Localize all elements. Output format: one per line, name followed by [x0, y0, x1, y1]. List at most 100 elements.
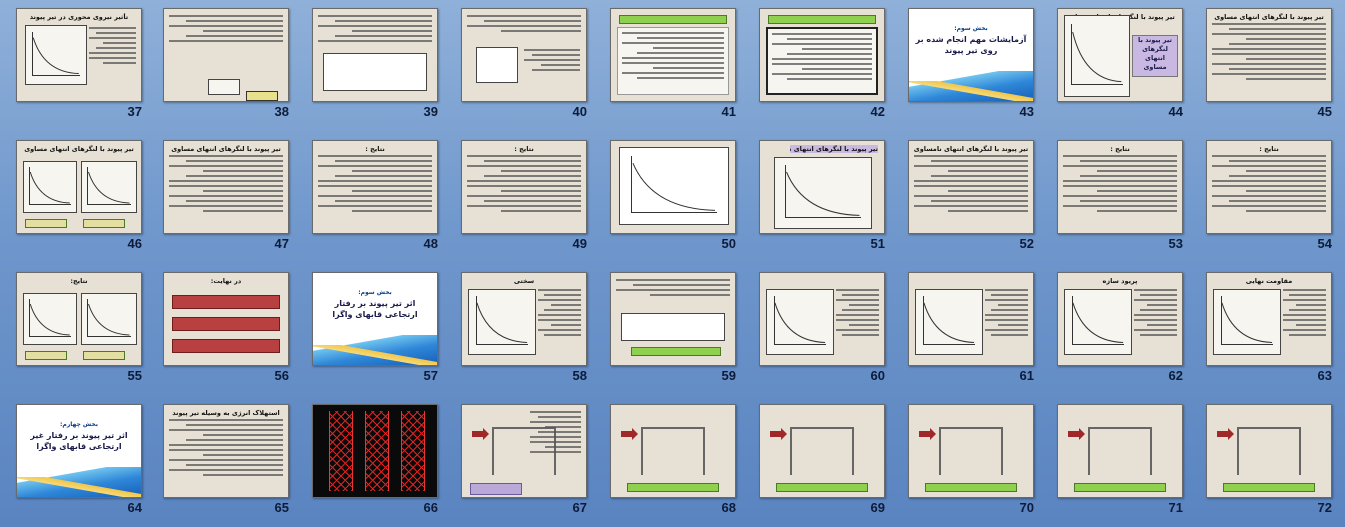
slide-preview[interactable]: سختی	[461, 272, 587, 366]
slide-preview[interactable]: تیر پیوند با لنگرهای انتهای نامساوی	[759, 140, 885, 234]
slide-thumbnail[interactable]: تأثیر نیروی محوری در تیر پیوند 37	[0, 0, 150, 128]
section-part-label: بخش سوم:	[358, 289, 392, 296]
slide-preview[interactable]: تیر پیوند با لنگرهای انتهای مساویتیر پیو…	[1057, 8, 1183, 102]
slide-preview[interactable]: نتایج:	[16, 272, 142, 366]
slide-thumbnail[interactable]: نتایج : 54	[1190, 132, 1340, 260]
slide-thumbnail[interactable]: تیر پیوند با لنگرهای انتهای مساویتیر پیو…	[1041, 0, 1191, 128]
plot-figure	[23, 161, 77, 213]
slide-thumbnail[interactable]: 71	[1041, 396, 1191, 524]
slide-preview[interactable]	[1057, 404, 1183, 498]
slide-preview[interactable]: نتایج :	[312, 140, 438, 234]
slide-preview[interactable]: تیر پیوند با لنگرهای انتهای مساوی	[16, 140, 142, 234]
slide-preview[interactable]: تیر پیوند با لنگرهای انتهای مساوی	[1206, 8, 1332, 102]
slide-thumbnail[interactable]: مقاومت نهایی 63	[1190, 264, 1340, 392]
slide-title: تیر پیوند با لنگرهای انتهای نامساوی	[790, 145, 878, 153]
slide-preview[interactable]	[759, 272, 885, 366]
slide-thumbnail[interactable]: 70	[892, 396, 1042, 524]
slide-preview[interactable]: تأثیر نیروی محوری در تیر پیوند	[16, 8, 142, 102]
slide-preview[interactable]	[610, 272, 736, 366]
slide-preview[interactable]	[461, 8, 587, 102]
slide-number: 61	[1019, 368, 1034, 383]
slide-preview[interactable]: استهلاک انرژی به وسیله تیر پیوند	[163, 404, 289, 498]
slide-thumbnail[interactable]: 72	[1190, 396, 1340, 524]
slide-thumbnail[interactable]: 38	[147, 0, 297, 128]
slide-number: 64	[127, 500, 142, 515]
slide-thumbnail[interactable]: نتایج : 53	[1041, 132, 1191, 260]
slide-number: 40	[572, 104, 587, 119]
slide-preview[interactable]	[163, 8, 289, 102]
slide-thumbnail[interactable]: 40	[445, 0, 595, 128]
slide-thumbnail[interactable]: 50	[594, 132, 744, 260]
plot-figure	[25, 25, 87, 85]
slide-number: 41	[721, 104, 736, 119]
slide-preview[interactable]: بخش چهارم: اثر تیر پیوند بر رفتار غیر ارت…	[16, 404, 142, 498]
slide-preview[interactable]: مقاومت نهایی	[1206, 272, 1332, 366]
slide-preview[interactable]: بخش سوم: اثر تیر پیوند بر رفتار ارتجاعی ق…	[312, 272, 438, 366]
slide-thumbnail[interactable]: تیر پیوند با لنگرهای انتهای مساوی 46	[0, 132, 150, 260]
slide-number: 70	[1019, 500, 1034, 515]
slide-preview[interactable]	[908, 272, 1034, 366]
slide-preview[interactable]	[759, 404, 885, 498]
text-block	[169, 419, 283, 493]
plot-curve	[1072, 302, 1124, 343]
slide-thumbnail[interactable]: سختی 58	[445, 264, 595, 392]
slide-preview[interactable]	[908, 404, 1034, 498]
slide-preview[interactable]: نتایج :	[1206, 140, 1332, 234]
slide-sorter-grid: تیر پیوند با لنگرهای انتهای مساوی 45 تیر پ…	[0, 0, 1345, 527]
slide-thumbnail[interactable]: 68	[594, 396, 744, 524]
slide-thumbnail[interactable]: 41	[594, 0, 744, 128]
slide-preview[interactable]	[312, 8, 438, 102]
slide-thumbnail[interactable]: بخش سوم: آزمایشات مهم انجام شده بر روی تی…	[892, 0, 1042, 128]
braced-frame-figure	[1088, 427, 1152, 475]
slide-number: 49	[572, 236, 587, 251]
slide-thumbnail[interactable]: 60	[743, 264, 893, 392]
slide-thumbnail[interactable]: بخش چهارم: اثر تیر پیوند بر رفتار غیر ارت…	[0, 396, 150, 524]
slide-thumbnail[interactable]: نتایج: 55	[0, 264, 150, 392]
slide-title: تأثیر نیروی محوری در تیر پیوند	[29, 13, 129, 21]
slide-thumbnail[interactable]: نتایج : 49	[445, 132, 595, 260]
slide-preview[interactable]: بخش سوم: آزمایشات مهم انجام شده بر روی تی…	[908, 8, 1034, 102]
slide-preview[interactable]: در نهایت:	[163, 272, 289, 366]
slide-number: 45	[1317, 104, 1332, 119]
slide-preview[interactable]: نتایج :	[1057, 140, 1183, 234]
formula-box	[208, 79, 240, 95]
summary-item-box	[172, 317, 280, 331]
plot-curve	[88, 171, 130, 204]
slide-number: 69	[870, 500, 885, 515]
slide-preview[interactable]	[312, 404, 438, 498]
slide-preview[interactable]	[1206, 404, 1332, 498]
slide-thumbnail[interactable]: تیر پیوند با لنگرهای انتهای مساوی 45	[1190, 0, 1340, 128]
caption-bar	[627, 483, 719, 492]
slide-thumbnail[interactable]: 69	[743, 396, 893, 524]
slide-thumbnail[interactable]: 66	[296, 396, 446, 524]
slide-thumbnail[interactable]: تیر پیوند با لنگرهای انتهای نامساوی 52	[892, 132, 1042, 260]
slide-thumbnail[interactable]: 39	[296, 0, 446, 128]
slide-title: تیر پیوند با لنگرهای انتهای مساوی	[1214, 13, 1324, 21]
slide-thumbnail[interactable]: بخش سوم: اثر تیر پیوند بر رفتار ارتجاعی ق…	[296, 264, 446, 392]
slide-preview[interactable]	[759, 8, 885, 102]
slide-thumbnail[interactable]: 59	[594, 264, 744, 392]
slide-preview[interactable]	[610, 404, 736, 498]
slide-preview[interactable]: تیر پیوند با لنگرهای انتهای مساوی	[163, 140, 289, 234]
text-block	[1283, 289, 1326, 361]
slide-preview[interactable]	[610, 140, 736, 234]
text-block	[914, 155, 1028, 229]
slide-preview[interactable]: پریود سازه	[1057, 272, 1183, 366]
slide-thumbnail[interactable]: نتایج : 48	[296, 132, 446, 260]
slide-thumbnail[interactable]: تیر پیوند با لنگرهای انتهای مساوی 47	[147, 132, 297, 260]
slide-preview[interactable]	[610, 8, 736, 102]
braced-frame-figure	[641, 427, 705, 475]
text-block	[1212, 23, 1326, 97]
slide-preview[interactable]	[461, 404, 587, 498]
slide-thumbnail[interactable]: پریود سازه 62	[1041, 264, 1191, 392]
slide-thumbnail[interactable]: تیر پیوند با لنگرهای انتهای نامساوی 51	[743, 132, 893, 260]
slide-thumbnail[interactable]: در نهایت: 56	[147, 264, 297, 392]
text-block	[169, 155, 283, 229]
text-block	[1134, 289, 1177, 361]
slide-preview[interactable]: نتایج :	[461, 140, 587, 234]
slide-thumbnail[interactable]: استهلاک انرژی به وسیله تیر پیوند 65	[147, 396, 297, 524]
slide-thumbnail[interactable]: 61	[892, 264, 1042, 392]
slide-preview[interactable]: تیر پیوند با لنگرهای انتهای نامساوی	[908, 140, 1034, 234]
slide-thumbnail[interactable]: 67	[445, 396, 595, 524]
slide-thumbnail[interactable]: 42	[743, 0, 893, 128]
